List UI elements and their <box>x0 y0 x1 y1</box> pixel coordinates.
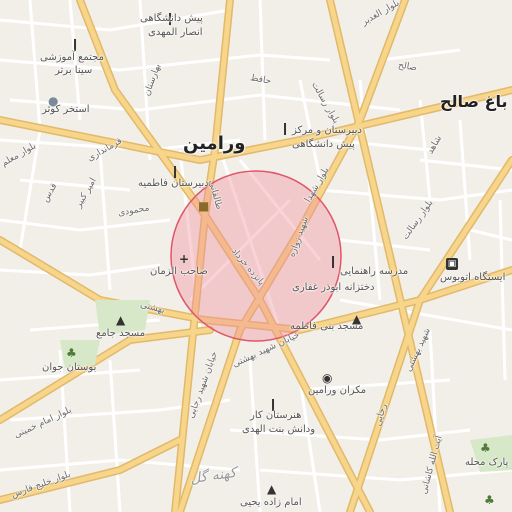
park-icon[interactable]: ♣ <box>480 442 491 454</box>
poi-label: پیش دانشگاهی <box>292 139 355 150</box>
park-icon[interactable]: ♣ <box>66 347 77 359</box>
taxi-icon[interactable]: ◉ <box>322 372 332 384</box>
poi-label: دختزانه ابوذر غفاری <box>292 282 375 293</box>
school-icon[interactable]: ❙ <box>70 38 80 50</box>
poi-label: سینا برتر <box>55 65 93 76</box>
poi-label: پارک محله <box>465 457 509 468</box>
poi-label: هنرستان کار <box>250 410 302 421</box>
poi-label: مسجد بنی فاطمه <box>290 321 364 332</box>
poi-label: مسجد جامع <box>96 328 146 339</box>
school-icon[interactable]: ❙ <box>328 255 338 267</box>
school-icon[interactable]: ❙ <box>280 122 290 134</box>
poi-label: مجتمع آموزشی <box>40 52 104 63</box>
poi-label: پیش دانشگاهی <box>140 13 203 24</box>
school-icon[interactable]: ❙ <box>170 165 180 177</box>
bus-station-icon[interactable]: ▣ <box>446 258 458 270</box>
hospital-icon[interactable]: + <box>179 253 189 265</box>
school-icon[interactable]: ❙ <box>268 398 278 410</box>
park-icon[interactable]: ♣ <box>484 494 495 506</box>
village-label: باغ صالح <box>440 92 508 111</box>
poi-label: مدرسه راهنمایی <box>340 266 409 277</box>
city-label: ورامین <box>183 133 246 154</box>
poi-label: ایستگاه اتوبوس <box>440 272 506 283</box>
poi-label: صاحب الزمان <box>150 266 208 277</box>
mosque-icon[interactable]: ▲ <box>116 314 125 326</box>
map-canvas[interactable]: ورامین باغ صالح کهنه گل ❙ پیش دانشگاهی ا… <box>0 0 512 512</box>
poi-label: دبیرستان و مرکز <box>292 125 362 136</box>
poi-label: مکران ورامین <box>308 385 367 396</box>
poi-label: دبیرستان فاطمیه <box>138 178 209 189</box>
poi-label: انصار المهدی <box>148 27 203 38</box>
poi-label: ودانش بنت الهدی <box>242 424 316 435</box>
shopping-icon[interactable]: ■ <box>198 200 209 212</box>
mosque-icon[interactable]: ▲ <box>267 483 276 495</box>
poi-label: امام زاده یحیی <box>240 497 302 508</box>
poi-label: استخر کوثر <box>42 104 90 115</box>
poi-label: بوستان جوان <box>42 362 97 373</box>
